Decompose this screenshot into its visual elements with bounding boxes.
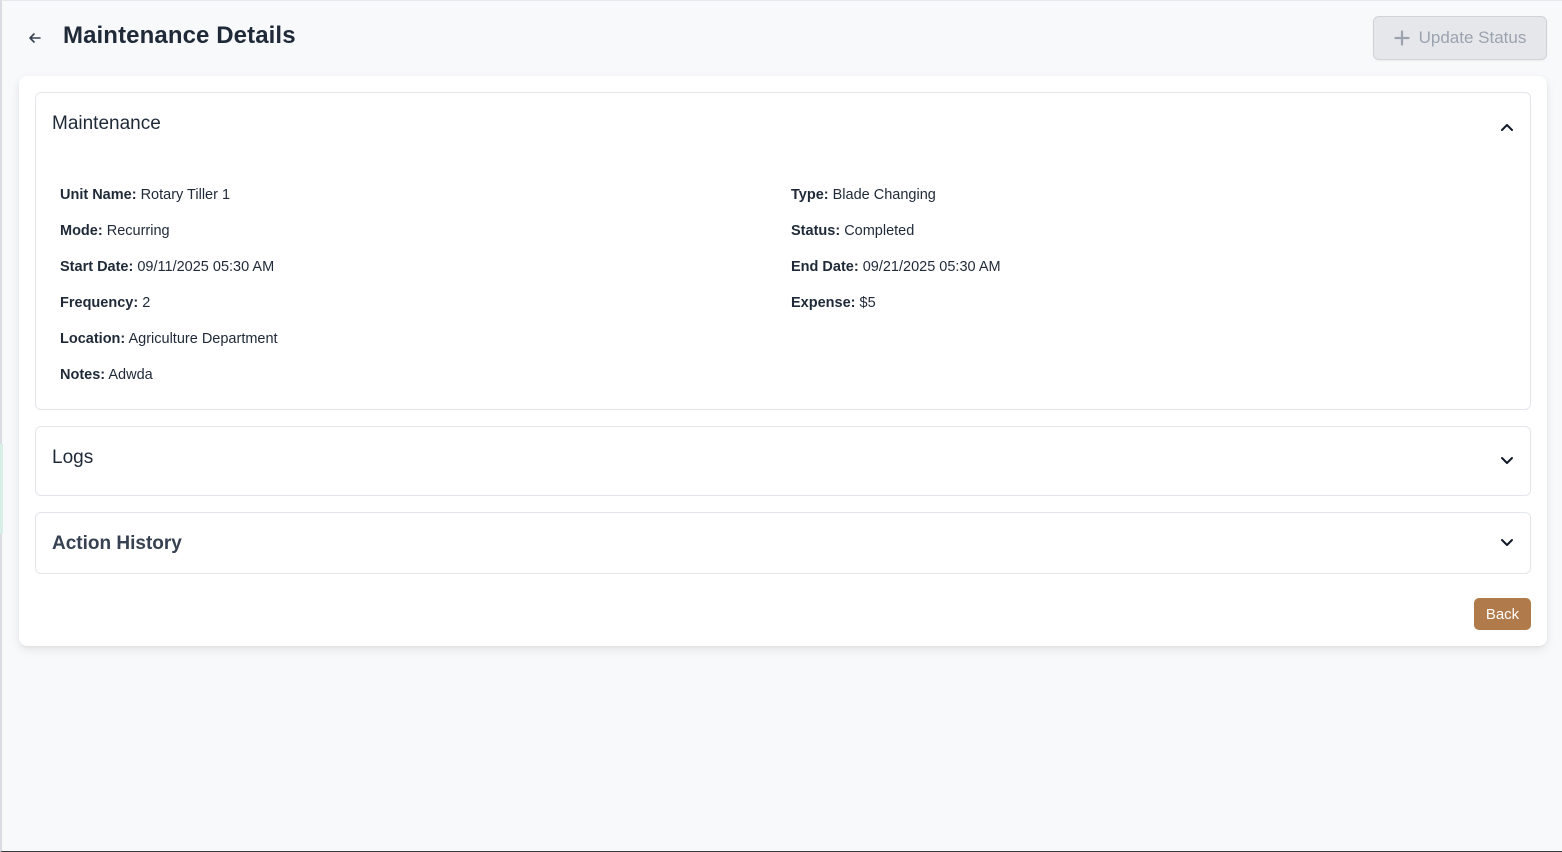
maintenance-panel-title: Maintenance — [52, 113, 161, 134]
field-label: Type: — [791, 187, 829, 203]
field-end-date: End Date: 09/21/2025 05:30 AM — [791, 259, 1001, 275]
field-value: Recurring — [106, 223, 170, 239]
field-status: Status: Completed — [791, 223, 914, 239]
action-history-panel[interactable]: Action History — [35, 512, 1531, 574]
field-location: Location: Agriculture Department — [60, 331, 278, 347]
update-status-label: Update Status — [1418, 28, 1527, 47]
logs-panel-title: Logs — [52, 447, 94, 468]
action-history-panel-title: Action History — [52, 533, 182, 554]
field-label: Notes: — [60, 367, 106, 383]
page-title: Maintenance Details — [63, 22, 296, 49]
field-value: Blade Changing — [832, 187, 936, 203]
field-unit-name: Unit Name: Rotary Tiller 1 — [60, 187, 230, 203]
sidebar-edge — [0, 444, 3, 534]
plus-icon — [1394, 30, 1410, 46]
field-label: Frequency: — [60, 295, 139, 311]
back-button[interactable]: Back — [1474, 598, 1531, 630]
field-label: Status: — [791, 223, 841, 239]
maintenance-collapse-toggle[interactable] — [1498, 118, 1516, 136]
update-status-button[interactable]: Update Status — [1373, 16, 1547, 60]
field-value: 2 — [142, 295, 151, 311]
page-header: Maintenance Details Update Status — [0, 0, 1562, 76]
arrow-left-icon — [29, 33, 41, 43]
chevron-down-icon — [1501, 457, 1513, 464]
field-value: Completed — [844, 223, 915, 239]
field-value: $5 — [859, 295, 876, 311]
field-label: Location: — [60, 331, 126, 347]
details-card: Maintenance Unit Name: Rotary Tiller 1 T… — [19, 76, 1547, 646]
field-label: End Date: — [791, 259, 859, 275]
field-label: Expense: — [791, 295, 856, 311]
field-frequency: Frequency: 2 — [60, 295, 150, 311]
logs-panel[interactable]: Logs — [35, 426, 1531, 496]
chevron-down-icon — [1501, 539, 1513, 546]
action-history-expand-toggle[interactable] — [1498, 534, 1516, 552]
field-notes: Notes: Adwda — [60, 367, 153, 383]
field-label: Unit Name: — [60, 187, 137, 203]
field-value: Adwda — [108, 367, 153, 383]
field-label: Start Date: — [60, 259, 134, 275]
back-arrow-button[interactable] — [24, 27, 46, 49]
field-expense: Expense: $5 — [791, 295, 876, 311]
field-value: 09/21/2025 05:30 AM — [862, 259, 1001, 275]
field-label: Mode: — [60, 223, 103, 239]
field-value: Agriculture Department — [128, 331, 278, 347]
field-mode: Mode: Recurring — [60, 223, 170, 239]
field-value: Rotary Tiller 1 — [140, 187, 231, 203]
field-type: Type: Blade Changing — [791, 187, 936, 203]
logs-expand-toggle[interactable] — [1498, 452, 1516, 470]
field-start-date: Start Date: 09/11/2025 05:30 AM — [60, 259, 274, 275]
maintenance-panel: Maintenance Unit Name: Rotary Tiller 1 T… — [35, 92, 1531, 410]
chevron-up-icon — [1501, 124, 1513, 131]
field-value: 09/11/2025 05:30 AM — [137, 259, 275, 275]
